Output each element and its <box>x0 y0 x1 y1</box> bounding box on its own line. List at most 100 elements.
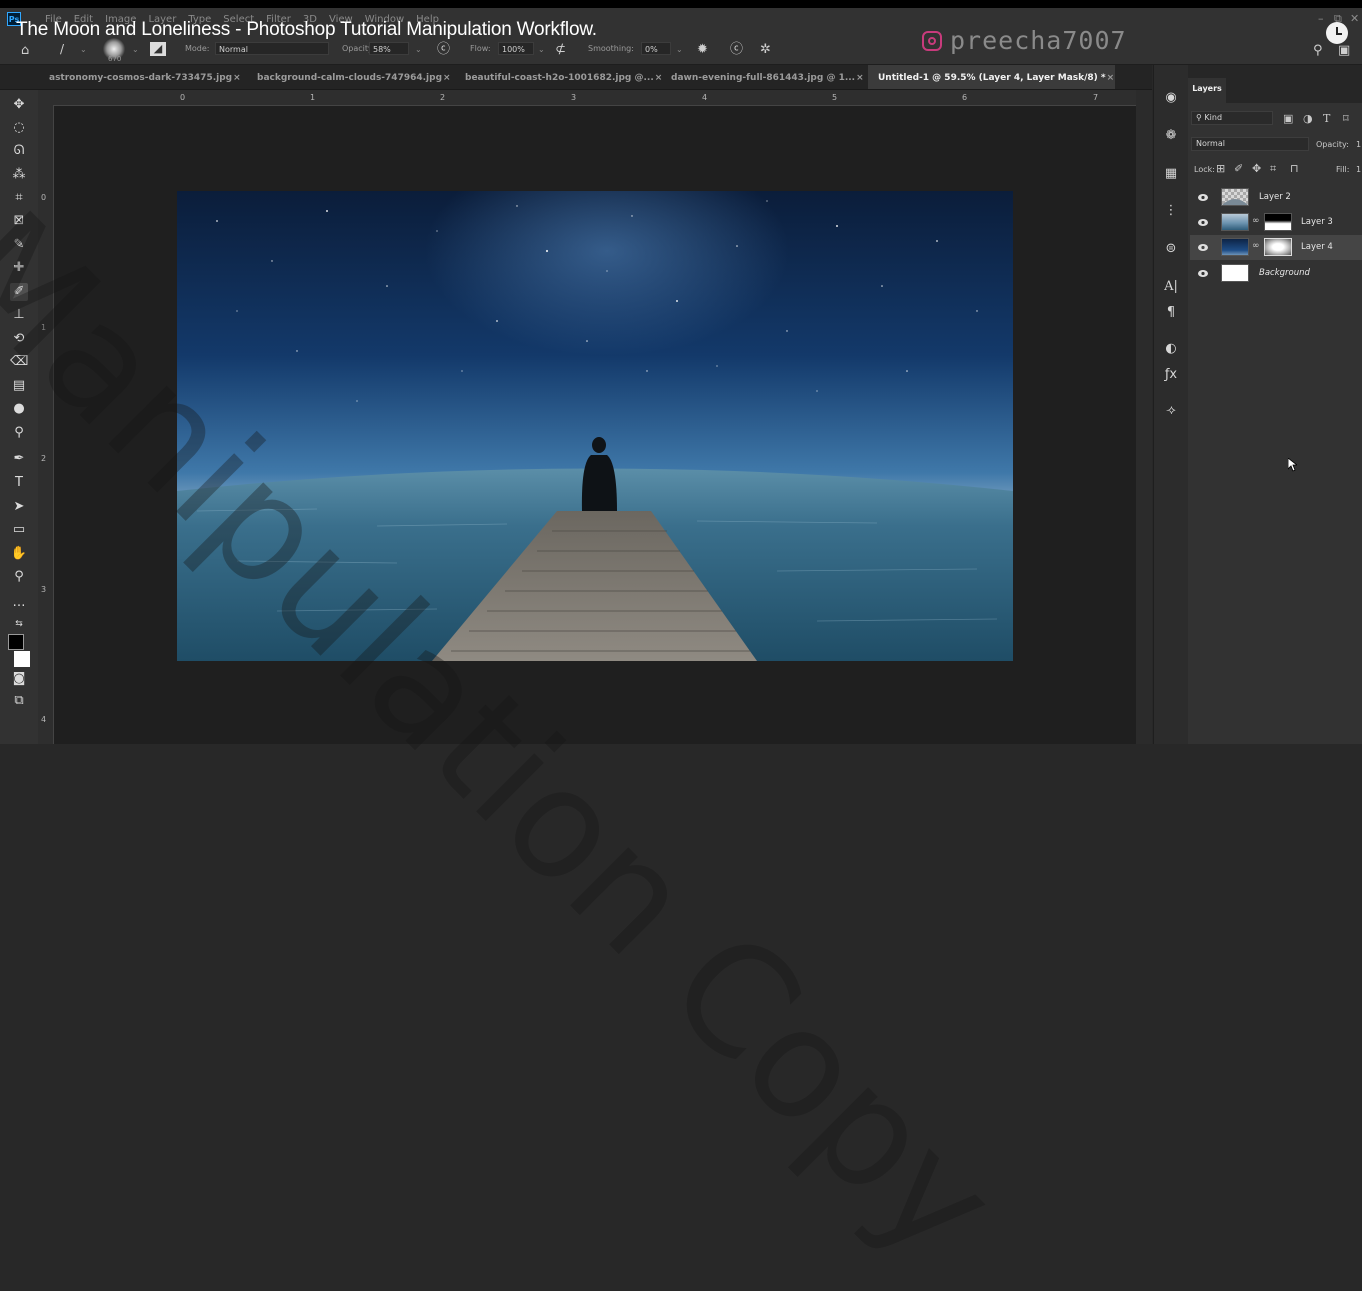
smoothing-dropdown-icon[interactable]: ⌄ <box>676 43 683 56</box>
adjustments-panel-icon[interactable]: ◐ <box>1162 341 1180 356</box>
tab-untitled-1[interactable]: Untitled-1 @ 59.5% (Layer 4, Layer Mask/… <box>878 73 1114 83</box>
brush-preset-dropdown-icon[interactable]: ⌄ <box>80 43 87 56</box>
tab-close-icon[interactable]: × <box>443 73 451 83</box>
ruler-h-tick-label: 2 <box>440 93 446 102</box>
rectangle-tool-icon[interactable]: ▭ <box>10 521 28 539</box>
layer-row-layer-4[interactable]: ∞ Layer 4 <box>1190 235 1362 260</box>
tab-label: Untitled-1 @ 59.5% (Layer 4, Layer Mask/… <box>878 73 1106 83</box>
lock-artboard-icon[interactable]: ⌗ <box>1270 162 1276 176</box>
filter-type-icon[interactable]: T <box>1323 112 1330 125</box>
filter-adjustment-icon[interactable]: ◑ <box>1303 112 1313 125</box>
canvas-scrollbar[interactable] <box>1136 90 1152 744</box>
styles-fx-panel-icon[interactable]: ƒx <box>1162 367 1180 382</box>
swatches-panel-icon[interactable]: ❁ <box>1162 128 1180 143</box>
fill-label: Fill: <box>1336 165 1350 174</box>
tab-layers[interactable]: Layers <box>1188 78 1226 103</box>
brush-settings-icon[interactable]: ◢ <box>150 42 166 56</box>
fill-value[interactable]: 1 <box>1356 165 1361 174</box>
paragraph-panel-icon[interactable]: ¶ <box>1162 305 1180 320</box>
layer-opacity-value[interactable]: 1 <box>1356 140 1361 149</box>
pressure-opacity-icon[interactable]: ⓒ <box>437 43 450 56</box>
filter-pixel-icon[interactable]: ▣ <box>1283 112 1293 125</box>
tab-close-icon[interactable]: × <box>233 73 241 83</box>
filter-shape-icon[interactable]: ⌑ <box>1343 112 1349 125</box>
symmetry-butterfly-icon[interactable]: ✲ <box>760 43 771 56</box>
marquee-tool-icon[interactable]: ◌ <box>10 119 28 137</box>
pressure-size-icon[interactable]: ⓒ <box>730 43 743 56</box>
visibility-eye-icon[interactable] <box>1198 243 1208 252</box>
lock-transparent-icon[interactable]: ⊞ <box>1216 162 1225 175</box>
ruler-h-tick-label: 5 <box>832 93 838 102</box>
character-panel-icon[interactable]: A| <box>1162 279 1180 294</box>
smoothing-options-gear-icon[interactable]: ✹ <box>697 43 708 56</box>
dodge-tool-icon[interactable]: ⚲ <box>10 424 28 442</box>
airbrush-icon[interactable]: ⊄ <box>555 43 566 56</box>
layer-mask-thumbnail[interactable] <box>1264 238 1292 256</box>
clock-icon <box>1326 22 1348 44</box>
minimize-icon[interactable]: – <box>1318 12 1324 25</box>
smoothing-label: Smoothing: <box>588 44 634 53</box>
screen-mode-icon[interactable]: ⧉ <box>10 692 28 710</box>
foreground-color-swatch[interactable] <box>8 634 24 650</box>
move-tool-icon[interactable]: ✥ <box>10 96 28 114</box>
lock-position-icon[interactable]: ✥ <box>1252 162 1261 175</box>
blend-mode-select[interactable]: Normal <box>1191 137 1309 151</box>
lasso-tool-icon[interactable]: ᘏ <box>10 142 28 160</box>
quick-selection-tool-icon[interactable]: ⁂ <box>10 166 28 184</box>
visibility-eye-icon[interactable] <box>1198 269 1208 278</box>
ruler-h-tick-label: 1 <box>310 93 316 102</box>
brush-preset-icon[interactable]: / <box>60 43 64 56</box>
horizontal-ruler[interactable] <box>38 90 1152 106</box>
patterns-panel-icon[interactable]: ▦ <box>1162 166 1180 181</box>
color-panel-icon[interactable]: ◉ <box>1162 90 1180 105</box>
close-window-icon[interactable]: ✕ <box>1350 12 1359 25</box>
visibility-eye-icon[interactable] <box>1198 193 1208 202</box>
tab-background-clouds[interactable]: background-calm-clouds-747964.jpg× <box>257 73 451 83</box>
background-color-swatch[interactable] <box>14 651 30 667</box>
layer-row-layer-3[interactable]: ∞ Layer 3 <box>1190 210 1362 235</box>
type-tool-icon[interactable]: T <box>10 474 28 492</box>
workspace-icon[interactable]: ▣ <box>1338 44 1350 57</box>
edit-toolbar-icon[interactable]: … <box>10 594 28 612</box>
mask-link-icon[interactable]: ∞ <box>1252 241 1260 251</box>
opacity-field[interactable]: 58% <box>369 42 409 55</box>
brushes-panel-icon[interactable]: ⋮ <box>1162 203 1180 218</box>
paths-panel-icon[interactable]: ⟢ <box>1162 403 1180 418</box>
layer-row-layer-2[interactable]: Layer 2 <box>1190 185 1362 210</box>
layer-row-background[interactable]: Background <box>1190 261 1362 286</box>
opacity-dropdown-icon[interactable]: ⌄ <box>415 43 422 56</box>
visibility-eye-icon[interactable] <box>1198 218 1208 227</box>
lock-label: Lock: <box>1194 165 1215 174</box>
home-icon[interactable]: ⌂ <box>21 44 29 57</box>
flow-dropdown-icon[interactable]: ⌄ <box>538 43 545 56</box>
layer-mask-thumbnail[interactable] <box>1264 213 1292 231</box>
hand-tool-icon[interactable]: ✋ <box>10 545 28 563</box>
layer-thumbnail <box>1221 264 1249 282</box>
ruler-v-tick-label: 3 <box>41 585 47 594</box>
channels-panel-icon[interactable]: ⊜ <box>1162 241 1180 256</box>
layer-thumbnail <box>1221 238 1249 256</box>
lock-pixels-icon[interactable]: ✐ <box>1234 162 1243 175</box>
layer-thumbnail <box>1221 213 1249 231</box>
quick-mask-icon[interactable]: ◙ <box>10 670 28 688</box>
tab-beautiful-coast[interactable]: beautiful-coast-h2o-1001682.jpg @...× <box>465 73 662 83</box>
path-selection-tool-icon[interactable]: ➤ <box>10 498 28 516</box>
tab-close-icon[interactable]: × <box>1107 73 1115 83</box>
brush-size-dropdown-icon[interactable]: ⌄ <box>132 43 139 56</box>
tab-close-icon[interactable]: × <box>655 73 663 83</box>
lock-all-icon[interactable]: ⊓ <box>1290 162 1299 175</box>
photoshop-window: Ps File Edit Image Layer Type Select Fil… <box>0 0 1362 1291</box>
pen-tool-icon[interactable]: ✒ <box>10 450 28 468</box>
swap-colors-icon[interactable]: ⇆ <box>10 615 28 633</box>
tab-astronomy[interactable]: astronomy-cosmos-dark-733475.jpg× <box>49 73 241 83</box>
search-icon[interactable]: ⚲ <box>1313 44 1323 57</box>
tab-close-icon[interactable]: × <box>856 73 864 83</box>
zoom-tool-icon[interactable]: ⚲ <box>10 568 28 586</box>
smoothing-field[interactable]: 0% <box>641 42 671 55</box>
flow-field[interactable]: 100% <box>498 42 534 55</box>
video-title: The Moon and Loneliness - Photoshop Tuto… <box>16 19 597 40</box>
mode-select[interactable]: Normal <box>215 42 329 55</box>
tab-dawn-evening[interactable]: dawn-evening-full-861443.jpg @ 1...× <box>671 73 864 83</box>
layer-filter-kind-select[interactable]: ⚲ Kind <box>1191 111 1273 125</box>
mask-link-icon[interactable]: ∞ <box>1252 216 1260 226</box>
